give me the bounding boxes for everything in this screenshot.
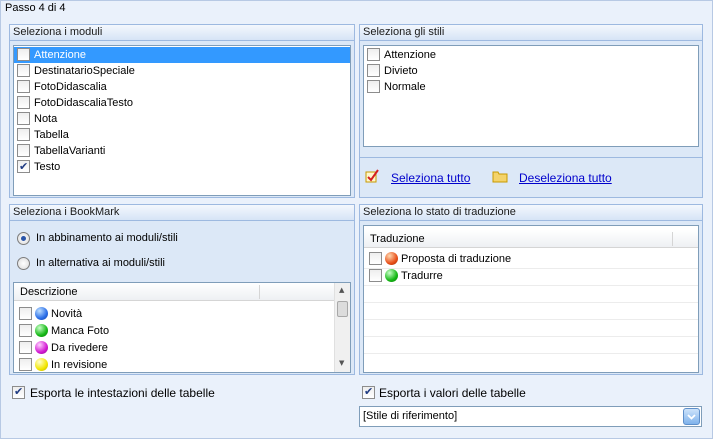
style-combo[interactable]: [Stile di riferimento] bbox=[359, 406, 702, 427]
translation-checkbox[interactable] bbox=[369, 269, 382, 282]
deselect-all-link[interactable]: Deseleziona tutto bbox=[519, 171, 612, 185]
green-arrows-icon bbox=[385, 269, 398, 282]
magenta-ball-icon bbox=[35, 341, 48, 354]
modules-group: Seleziona i moduli Attenzione Destinatar… bbox=[9, 24, 355, 198]
module-checkbox[interactable] bbox=[17, 80, 30, 93]
module-item[interactable]: Attenzione bbox=[14, 47, 350, 63]
radio-alternative[interactable] bbox=[17, 257, 30, 270]
bookmark-checkbox[interactable] bbox=[19, 341, 32, 354]
module-checkbox[interactable] bbox=[17, 48, 30, 61]
export-values-label[interactable]: Esporta i valori delle tabelle bbox=[379, 386, 526, 400]
style-checkbox[interactable] bbox=[367, 64, 380, 77]
translation-item[interactable]: Proposta di traduzione bbox=[364, 251, 698, 267]
bookmark-checkbox[interactable] bbox=[19, 358, 32, 371]
style-checkbox[interactable] bbox=[367, 48, 380, 61]
translation-title: Seleziona lo stato di traduzione bbox=[360, 205, 702, 221]
yellow-ball-icon bbox=[35, 358, 48, 371]
translation-item[interactable]: Tradurre bbox=[364, 268, 698, 284]
radio-alternative-label[interactable]: In alternativa ai moduli/stili bbox=[36, 257, 165, 269]
bookmark-scrollbar[interactable]: ▲ ▼ bbox=[334, 283, 350, 372]
module-item[interactable]: FotoDidascalia bbox=[14, 79, 350, 95]
export-headers-label[interactable]: Esporta le intestazioni delle tabelle bbox=[30, 386, 215, 400]
radio-combined-label[interactable]: In abbinamento ai moduli/stili bbox=[36, 232, 178, 244]
bookmark-checkbox[interactable] bbox=[19, 307, 32, 320]
module-checkbox[interactable] bbox=[17, 96, 30, 109]
styles-list[interactable]: Attenzione Divieto Normale bbox=[363, 45, 699, 147]
green-ball-icon bbox=[35, 324, 48, 337]
module-checkbox[interactable] bbox=[17, 64, 30, 77]
translation-column-header[interactable]: Traduzione bbox=[364, 230, 698, 248]
bookmark-item[interactable]: In revisione bbox=[14, 357, 350, 373]
radio-combined[interactable] bbox=[17, 232, 30, 245]
module-item[interactable]: DestinatarioSpeciale bbox=[14, 63, 350, 79]
module-checkbox[interactable] bbox=[17, 144, 30, 157]
translation-group: Seleziona lo stato di traduzione Traduzi… bbox=[359, 204, 703, 375]
checklist-icon[interactable] bbox=[365, 169, 380, 183]
module-checkbox[interactable] bbox=[17, 128, 30, 141]
bookmark-group: Seleziona i BookMark In abbinamento ai m… bbox=[9, 204, 355, 375]
blue-ball-icon bbox=[35, 307, 48, 320]
folder-icon[interactable] bbox=[492, 170, 508, 183]
bookmark-item[interactable]: Da rivedere bbox=[14, 340, 350, 356]
export-headers-checkbox[interactable] bbox=[12, 385, 25, 399]
scroll-down-icon[interactable]: ▼ bbox=[339, 359, 344, 367]
bookmark-title: Seleziona i BookMark bbox=[10, 205, 354, 221]
module-item[interactable]: Nota bbox=[14, 111, 350, 127]
modules-title: Seleziona i moduli bbox=[10, 25, 354, 41]
style-item[interactable]: Normale bbox=[364, 79, 698, 95]
module-checkbox[interactable] bbox=[17, 112, 30, 125]
red-arrows-icon bbox=[385, 252, 398, 265]
export-values-checkbox[interactable] bbox=[362, 385, 375, 399]
translation-list[interactable]: Traduzione Proposta di traduzione Tradur… bbox=[363, 225, 699, 373]
styles-group: Seleziona gli stili Attenzione Divieto N… bbox=[359, 24, 703, 198]
bookmark-item[interactable]: Manca Foto bbox=[14, 323, 350, 339]
modules-list[interactable]: Attenzione DestinatarioSpeciale FotoDida… bbox=[13, 45, 351, 196]
select-all-area: Seleziona tutto Deseleziona tutto bbox=[360, 157, 702, 197]
bookmark-column-header[interactable]: Descrizione bbox=[14, 283, 334, 301]
styles-title: Seleziona gli stili bbox=[360, 25, 702, 41]
module-item[interactable]: Testo bbox=[14, 159, 350, 175]
style-combo-value: [Stile di riferimento] bbox=[363, 410, 458, 422]
module-item[interactable]: TabellaVarianti bbox=[14, 143, 350, 159]
style-item[interactable]: Attenzione bbox=[364, 47, 698, 63]
select-all-link[interactable]: Seleziona tutto bbox=[391, 171, 470, 185]
bookmark-checkbox[interactable] bbox=[19, 324, 32, 337]
bookmark-item[interactable]: Novità bbox=[14, 306, 350, 322]
style-item[interactable]: Divieto bbox=[364, 63, 698, 79]
module-item[interactable]: FotoDidascaliaTesto bbox=[14, 95, 350, 111]
module-item[interactable]: Tabella bbox=[14, 127, 350, 143]
step-label: Passo 4 di 4 bbox=[5, 2, 66, 14]
chevron-down-icon[interactable] bbox=[683, 408, 700, 425]
scroll-up-icon[interactable]: ▲ bbox=[339, 286, 344, 294]
bookmark-list[interactable]: Descrizione Novità Manca Foto Da riveder… bbox=[13, 282, 351, 373]
module-checkbox[interactable] bbox=[17, 159, 30, 175]
wizard-frame: Passo 4 di 4 Seleziona i moduli Attenzio… bbox=[0, 0, 713, 439]
scroll-thumb[interactable] bbox=[337, 301, 348, 317]
style-checkbox[interactable] bbox=[367, 80, 380, 93]
translation-checkbox[interactable] bbox=[369, 252, 382, 265]
